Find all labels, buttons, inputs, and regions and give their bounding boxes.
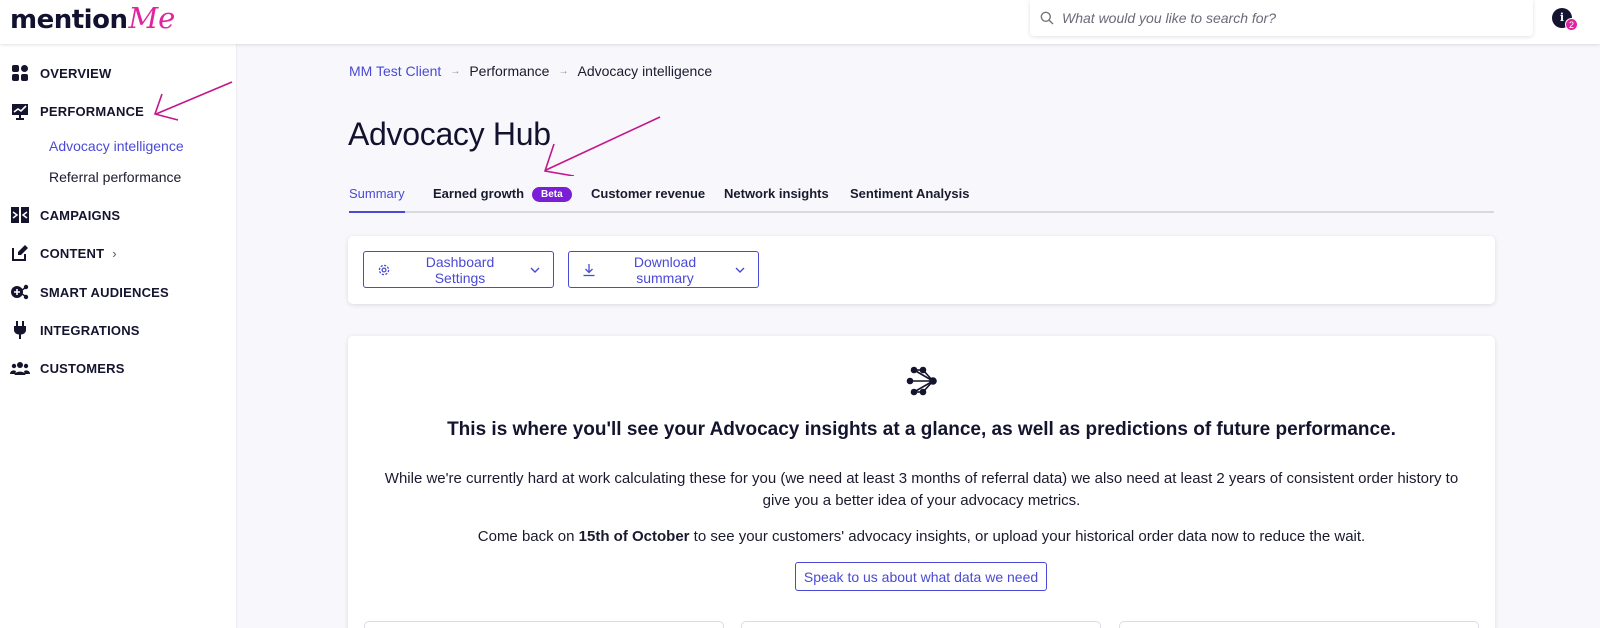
dashboard-toolbar: Dashboard Settings Download summary [348, 236, 1495, 304]
breadcrumb-item-current: Advocacy intelligence [577, 63, 713, 79]
return-note-text: to see your customers' advocacy insights… [689, 528, 1366, 545]
sidebar-subitem-referral-performance[interactable]: Referral performance [49, 169, 181, 185]
users-icon [10, 358, 30, 378]
sidebar-item-customers[interactable]: CUSTOMERS [10, 356, 125, 380]
mention-me-logo[interactable]: mention Me [10, 0, 175, 40]
audiences-icon [10, 282, 30, 302]
edit-icon [10, 243, 30, 263]
breadcrumb-item-performance[interactable]: Performance [469, 63, 549, 79]
button-label: Dashboard Settings [425, 253, 495, 286]
summary-card [1119, 621, 1479, 628]
sidebar-subitem-advocacy-intelligence[interactable]: Advocacy intelligence [49, 138, 184, 154]
advocacy-empty-state-card: This is where you'll see your Advocacy i… [348, 336, 1495, 628]
search-input[interactable] [1062, 10, 1502, 26]
sidebar-item-overview[interactable]: OVERVIEW [10, 61, 111, 85]
sidebar-item-label: CAMPAIGNS [40, 207, 121, 223]
notification-badge: 2 [1565, 18, 1578, 31]
chart-icon [10, 101, 30, 121]
sidebar-item-label: PERFORMANCE [40, 103, 145, 119]
page-title: Advocacy Hub [348, 116, 551, 152]
download-icon [582, 263, 596, 277]
breadcrumb-arrow-icon: → [558, 65, 569, 77]
sidebar: OVERVIEW PERFORMANCE Advocacy intelligen… [0, 44, 237, 628]
gear-icon [377, 263, 391, 277]
grid-icon [10, 63, 30, 83]
top-bar: mentionMe i 2 [0, 0, 1600, 44]
plug-icon [10, 320, 30, 340]
tab-earned-growth[interactable]: Earned growth Beta [433, 186, 572, 213]
sidebar-item-integrations[interactable]: INTEGRATIONS [10, 318, 140, 342]
sidebar-item-label: OVERVIEW [40, 65, 112, 81]
breadcrumb-link-client[interactable]: MM Test Client [349, 63, 441, 79]
logo-text-accent: Me [128, 1, 176, 35]
breadcrumb: MM Test Client → Performance → Advocacy … [349, 63, 712, 79]
sidebar-item-smart-audiences[interactable]: SMART AUDIENCES [10, 280, 169, 304]
sidebar-item-content[interactable]: CONTENT › [10, 241, 117, 265]
tab-label: Earned growth [433, 186, 525, 201]
tab-bar: Summary Earned growth Beta Customer reven… [349, 178, 1494, 213]
empty-state-return-note: Come back on 15th of October to see your… [378, 528, 1465, 545]
tab-customer-revenue[interactable]: Customer revenue [591, 186, 705, 213]
annotation-arrow-icon [153, 81, 233, 121]
breadcrumb-arrow-icon: → [450, 65, 461, 77]
download-summary-button[interactable]: Download summary [568, 251, 759, 288]
sidebar-item-campaigns[interactable]: CAMPAIGNS [10, 203, 120, 227]
empty-state-heading: This is where you'll see your Advocacy i… [447, 419, 1396, 440]
empty-state-description: While we're currently hard at work calcu… [384, 470, 1459, 509]
return-date: 15th of October [578, 528, 690, 545]
tab-network-insights[interactable]: Network insights [724, 186, 829, 213]
tab-sentiment-analysis[interactable]: Sentiment Analysis [850, 186, 969, 213]
chevron-down-icon [735, 267, 745, 273]
beta-badge: Beta [532, 187, 572, 202]
search-bar[interactable] [1030, 0, 1533, 36]
sidebar-item-label: CONTENT [40, 245, 105, 261]
sidebar-item-performance[interactable]: PERFORMANCE [10, 99, 144, 123]
chevron-right-icon: › [112, 245, 117, 261]
campaigns-icon [10, 205, 30, 225]
search-icon [1040, 11, 1054, 25]
sidebar-item-label: SMART AUDIENCES [40, 284, 169, 300]
sidebar-item-label: CUSTOMERS [40, 360, 125, 376]
tab-summary[interactable]: Summary [349, 186, 405, 213]
speak-to-us-button[interactable]: Speak to us about what data we need [795, 562, 1047, 591]
sidebar-item-label: INTEGRATIONS [40, 322, 140, 338]
dashboard-settings-button[interactable]: Dashboard Settings [363, 251, 554, 288]
summary-card [364, 621, 724, 628]
return-note-text: Come back on [477, 528, 579, 545]
logo-text-primary: mention [10, 5, 128, 35]
button-label: Download summary [633, 253, 697, 286]
summary-card [741, 621, 1101, 628]
chevron-down-icon [530, 267, 540, 273]
network-icon [906, 366, 937, 396]
annotation-arrow-icon [543, 116, 661, 176]
